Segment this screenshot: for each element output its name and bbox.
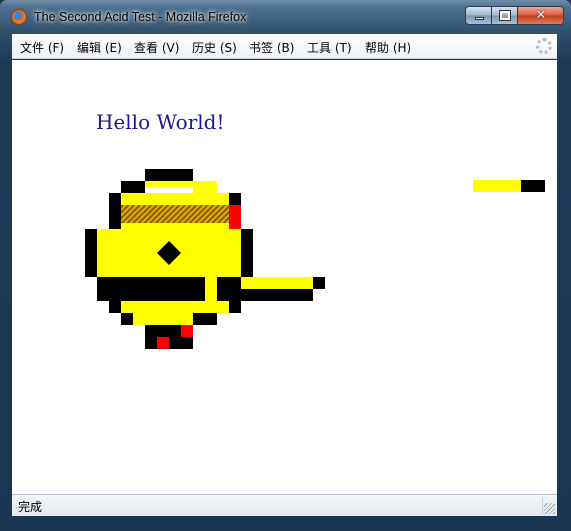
close-icon: ✕ xyxy=(535,8,547,23)
caption-buttons: ✕ xyxy=(465,6,564,25)
minimize-button[interactable] xyxy=(465,6,492,25)
stray-bar xyxy=(473,180,545,192)
menu-help[interactable]: 帮助 (H) xyxy=(365,39,411,56)
menu-tools[interactable]: 工具 (T) xyxy=(307,39,352,56)
menu-file[interactable]: 文件 (F) xyxy=(20,39,64,56)
title-bar[interactable]: The Second Acid Test - Mozilla Firefox ✕ xyxy=(0,0,571,34)
acid2-face xyxy=(85,169,545,349)
maximize-icon xyxy=(499,10,511,21)
menu-edit[interactable]: 编辑 (E) xyxy=(77,39,122,56)
close-button[interactable]: ✕ xyxy=(518,6,564,25)
resize-grip-icon[interactable] xyxy=(544,503,555,514)
face-body xyxy=(85,169,325,349)
browser-window: The Second Acid Test - Mozilla Firefox ✕… xyxy=(0,0,571,531)
page-content: Hello World! xyxy=(12,60,557,494)
menu-bookmarks[interactable]: 书签 (B) xyxy=(249,39,294,56)
window-title: The Second Acid Test - Mozilla Firefox xyxy=(34,10,247,24)
maximize-button[interactable] xyxy=(492,6,518,25)
throbber-icon xyxy=(536,38,552,54)
menu-history[interactable]: 历史 (S) xyxy=(192,39,237,56)
menu-bar: 文件 (F) 编辑 (E) 查看 (V) 历史 (S) 书签 (B) 工具 (T… xyxy=(12,34,557,59)
menu-view[interactable]: 查看 (V) xyxy=(134,39,179,56)
minimize-icon xyxy=(475,17,484,20)
status-bar: 完成 xyxy=(12,494,557,516)
firefox-icon[interactable] xyxy=(11,9,27,25)
status-text: 完成 xyxy=(18,500,43,514)
status-divider xyxy=(542,497,543,514)
